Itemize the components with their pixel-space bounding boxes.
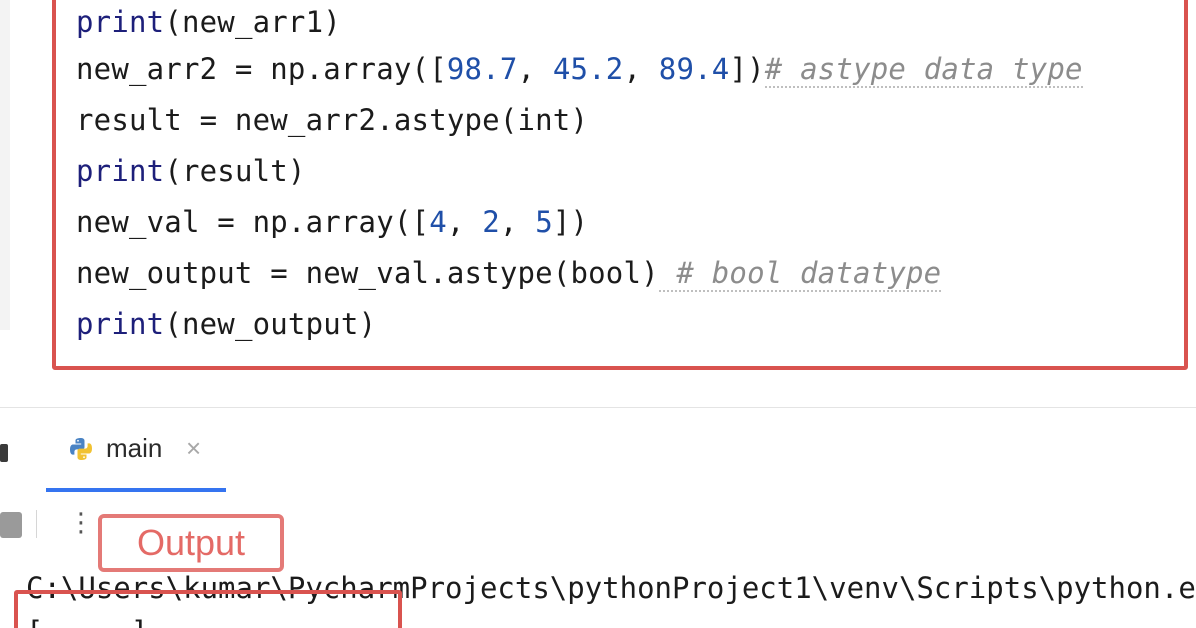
code-token: 4 [429,205,447,239]
close-icon[interactable]: × [186,433,201,464]
tab-main-label: main [106,433,163,463]
code-line[interactable]: print(new_output) [76,299,1176,350]
code-token: , [517,52,553,86]
code-token: print [76,154,165,188]
tool-window-handle-icon[interactable] [0,444,8,462]
code-token: (new_arr1) [164,5,341,39]
code-token: (new_output) [164,307,377,341]
console-highlight-box [14,590,402,628]
toolbar-separator [36,510,37,538]
code-line[interactable]: new_val = np.array([4, 2, 5]) [76,197,1176,248]
code-token: 5 [535,205,553,239]
code-token: , [623,52,659,86]
code-token: # bool datatype [658,256,942,292]
code-token: new_arr2 = np.array([ [76,52,447,86]
code-token: # astype data type [764,52,1083,88]
tab-main[interactable]: main × [46,408,226,494]
code-editor[interactable]: print(new_arr1) new_arr2 = np.array([98.7… [10,0,1196,395]
editor-gutter [0,0,10,330]
code-token: , [499,205,536,239]
code-token: , [446,205,483,239]
code-lines[interactable]: print(new_arr1) new_arr2 = np.array([98.7… [76,0,1176,350]
code-line[interactable]: result = new_arr2.astype(int) [76,95,1176,146]
code-token: (result) [164,154,306,188]
output-annotation-label: Output [136,522,246,563]
code-line[interactable]: new_arr2 = np.array([98.7, 45.2, 89.4])#… [76,44,1176,95]
code-token: ]) [729,52,765,86]
code-token: 2 [482,205,500,239]
more-vertical-icon[interactable]: ⋮ [68,506,94,540]
run-tab-bar: main × [0,408,1196,494]
output-annotation-badge: Output [98,514,284,572]
stop-icon[interactable] [0,512,22,538]
active-tab-indicator [46,488,226,492]
code-token: 98.7 [446,52,518,86]
code-token: print [76,307,165,341]
code-token: new_val = np.array([ [76,205,430,239]
python-icon [70,438,92,460]
code-token: print [76,5,165,39]
code-token: new_output = new_val.astype(bool) [76,256,659,290]
code-token: ]) [552,205,589,239]
ide-window: print(new_arr1) new_arr2 = np.array([98.7… [0,0,1196,628]
code-line[interactable]: new_output = new_val.astype(bool) # bool… [76,248,1176,299]
run-tool-window: main × ⋮ Output C:\Users\kumar\PycharmPr… [0,408,1196,628]
code-token: result = new_arr2.astype(int) [76,103,589,137]
code-line[interactable]: print(new_arr1) [76,0,1176,44]
code-line[interactable]: print(result) [76,146,1176,197]
code-token: 45.2 [552,52,624,86]
code-token: 89.4 [658,52,730,86]
